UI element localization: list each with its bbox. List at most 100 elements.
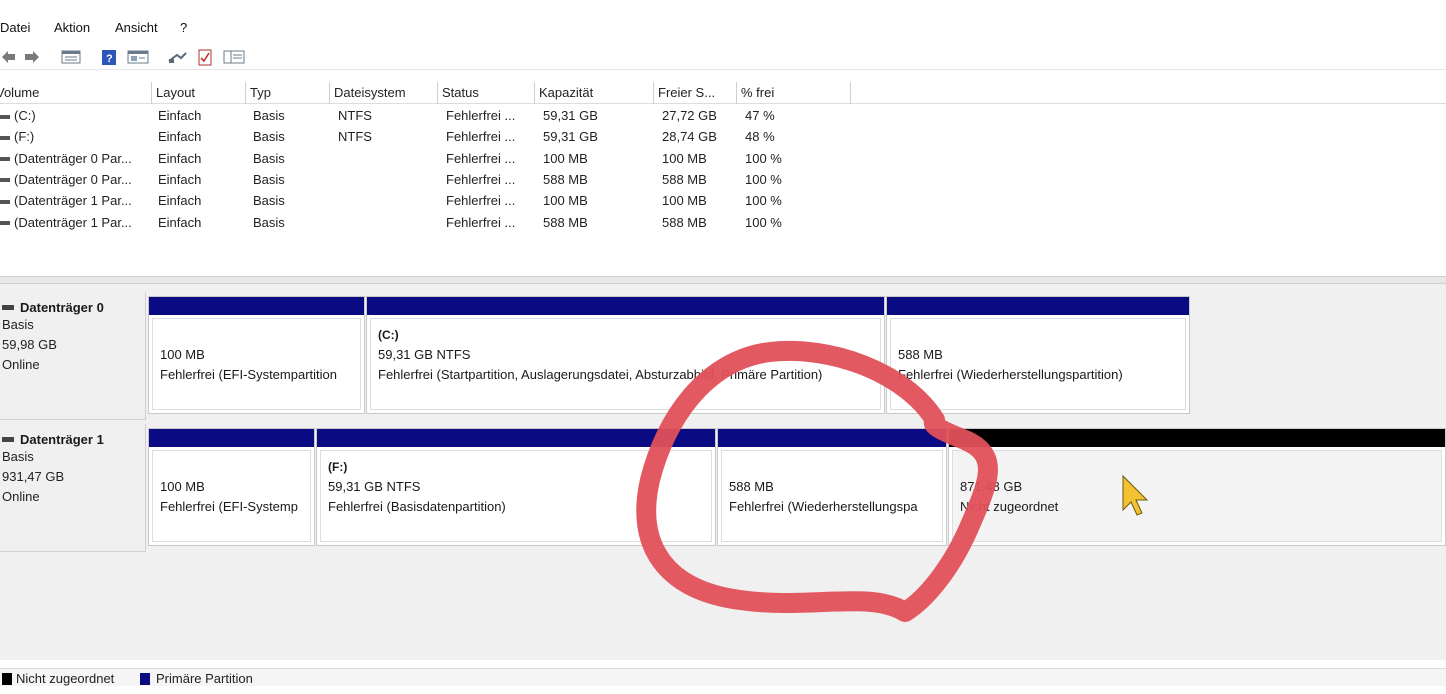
table-row[interactable]: (Datenträger 0 Par... Einfach Basis Fehlerf… bbox=[0, 148, 1446, 169]
partition-label bbox=[960, 457, 1435, 477]
disk-1-type: Basis bbox=[2, 449, 34, 464]
partition-size: 100 MB bbox=[160, 479, 205, 494]
partition-size: 59,31 GB NTFS bbox=[328, 479, 421, 494]
console-tree-icon[interactable] bbox=[60, 48, 82, 66]
disk-1-label[interactable]: Datenträger 1 Basis 931,47 GB Online bbox=[0, 424, 146, 552]
column-header-status[interactable]: Status bbox=[438, 82, 535, 104]
table-cell-0: (Datenträger 0 Par... bbox=[0, 169, 132, 190]
partition-status: Fehlerfrei (Wiederherstellungspa bbox=[729, 499, 918, 514]
table-cell-0: (C:) bbox=[0, 105, 36, 126]
column-header-kapazitaet[interactable]: Kapazität bbox=[535, 82, 654, 104]
menu-datei[interactable]: Datei bbox=[0, 20, 30, 35]
primary-partition-bar bbox=[149, 429, 314, 447]
disk-0-partition-c[interactable]: (C:) 59,31 GB NTFS Fehlerfrei (Startpart… bbox=[366, 296, 885, 414]
table-cell-2: Basis bbox=[253, 108, 285, 123]
legend-label-unallocated: Nicht zugeordnet bbox=[16, 671, 115, 686]
column-header-freier-speicher[interactable]: Freier S... bbox=[654, 82, 737, 104]
table-cell-1: Einfach bbox=[158, 108, 202, 123]
table-row[interactable]: (F:) Einfach Basis NTFS Fehlerfrei ... 59,31 … bbox=[0, 126, 1446, 147]
partition-size: 100 MB bbox=[160, 347, 205, 362]
disk-1-partition-recovery[interactable]: 588 MB Fehlerfrei (Wiederherstellungspa bbox=[717, 428, 947, 546]
pane-splitter[interactable] bbox=[0, 276, 1446, 284]
table-cell-1: Einfach bbox=[158, 193, 202, 209]
forward-arrow-icon[interactable] bbox=[22, 48, 42, 66]
volume-icon bbox=[0, 199, 10, 204]
table-row[interactable]: (Datenträger 1 Par... Einfach Basis Fehlerf… bbox=[0, 212, 1446, 233]
table-cell-0: (Datenträger 1 Par... bbox=[0, 212, 132, 233]
disk-0-name: Datenträger 0 bbox=[20, 300, 104, 315]
table-row[interactable]: (Datenträger 1 Par... Einfach Basis Fehlerf… bbox=[0, 190, 1446, 211]
volume-name: (Datenträger 1 Par... bbox=[14, 193, 132, 209]
disk-0-label[interactable]: Datenträger 0 Basis 59,98 GB Online bbox=[0, 292, 146, 420]
table-cell-2: Basis bbox=[253, 193, 285, 209]
partition-status: Fehlerfrei (EFI-Systemp bbox=[160, 499, 298, 514]
disk-1-partition-efi[interactable]: 100 MB Fehlerfrei (EFI-Systemp bbox=[148, 428, 315, 546]
disk-1-partition-f[interactable]: (F:) 59,31 GB NTFS Fehlerfrei (Basisdate… bbox=[316, 428, 716, 546]
table-cell-6: 588 MB bbox=[662, 171, 707, 187]
disk-1-name: Datenträger 1 bbox=[20, 432, 104, 447]
volume-list: Volume Layout Typ Dateisystem Status Kap… bbox=[0, 82, 1446, 272]
partition-label bbox=[160, 325, 354, 345]
table-cell-5: 100 MB bbox=[543, 150, 588, 166]
primary-partition-bar bbox=[317, 429, 715, 447]
disk-1-unallocated[interactable]: 871,48 GB Nicht zugeordnet bbox=[948, 428, 1446, 546]
volume-name: (Datenträger 0 Par... bbox=[14, 171, 132, 187]
primary-partition-bar bbox=[887, 297, 1189, 315]
volume-name: (F:) bbox=[14, 129, 35, 145]
column-header-prozent-frei[interactable]: % frei bbox=[737, 82, 851, 104]
primary-partition-bar bbox=[718, 429, 946, 447]
table-row[interactable]: (Datenträger 0 Par... Einfach Basis Fehlerf… bbox=[0, 169, 1446, 190]
legend-swatch-primary bbox=[140, 673, 150, 685]
partition-label bbox=[729, 457, 936, 477]
table-row[interactable]: (C:) Einfach Basis NTFS Fehlerfrei ... 59,31 … bbox=[0, 105, 1446, 126]
partition-label bbox=[160, 457, 304, 477]
volume-list-header: Volume Layout Typ Dateisystem Status Kap… bbox=[0, 82, 1446, 104]
disk-0-state: Online bbox=[2, 357, 40, 372]
menu-help[interactable]: ? bbox=[180, 20, 187, 35]
table-cell-1: Einfach bbox=[158, 129, 202, 145]
disk-0-type: Basis bbox=[2, 317, 34, 332]
table-cell-3: NTFS bbox=[338, 108, 372, 123]
back-arrow-icon[interactable] bbox=[0, 48, 18, 66]
partition-size: 59,31 GB NTFS bbox=[378, 347, 471, 362]
table-cell-5: 100 MB bbox=[543, 193, 588, 209]
table-cell-7: 100 % bbox=[745, 193, 782, 209]
disk-0-partition-efi[interactable]: 100 MB Fehlerfrei (EFI-Systempartition bbox=[148, 296, 365, 414]
title-bar bbox=[0, 0, 1446, 12]
column-header-layout[interactable]: Layout bbox=[152, 82, 246, 104]
column-header-volume[interactable]: Volume bbox=[0, 82, 152, 104]
partition-status: Fehlerfrei (EFI-Systempartition bbox=[160, 367, 337, 382]
disk-map: Datenträger 0 Basis 59,98 GB Online 100 … bbox=[0, 284, 1446, 660]
menu-ansicht[interactable]: Ansicht bbox=[115, 20, 158, 35]
table-cell-0: (Datenträger 0 Par... bbox=[0, 148, 132, 169]
table-cell-0: (Datenträger 1 Par... bbox=[0, 190, 132, 211]
legend-swatch-unallocated bbox=[2, 673, 12, 685]
disk-0-partition-recovery[interactable]: 588 MB Fehlerfrei (Wiederherstellungspar… bbox=[886, 296, 1190, 414]
table-cell-5: 588 MB bbox=[543, 171, 588, 187]
window-minimize-button[interactable] bbox=[1380, 0, 1410, 6]
disk-icon bbox=[2, 437, 14, 442]
toolbar: ? bbox=[0, 44, 1446, 70]
disk-icon bbox=[2, 305, 14, 310]
disk-1-title: Datenträger 1 bbox=[2, 432, 145, 447]
table-cell-5: 588 MB bbox=[543, 214, 588, 230]
menu-aktion[interactable]: Aktion bbox=[54, 20, 90, 35]
volume-icon bbox=[0, 135, 10, 140]
partition-status: Fehlerfrei (Startpartition, Auslagerungs… bbox=[378, 367, 823, 382]
table-cell-6: 100 MB bbox=[662, 150, 707, 166]
table-cell-1: Einfach bbox=[158, 171, 202, 187]
properties-icon[interactable] bbox=[126, 48, 150, 66]
view-pane-icon[interactable] bbox=[222, 48, 246, 66]
disk-1-size: 931,47 GB bbox=[2, 469, 65, 484]
table-cell-3: NTFS bbox=[338, 129, 372, 145]
table-cell-5: 59,31 GB bbox=[543, 129, 598, 145]
primary-partition-bar bbox=[149, 297, 364, 315]
connect-icon[interactable] bbox=[166, 48, 188, 66]
partition-label bbox=[898, 325, 1179, 345]
column-header-dateisystem[interactable]: Dateisystem bbox=[330, 82, 438, 104]
primary-partition-bar bbox=[367, 297, 884, 315]
checklist-icon[interactable] bbox=[196, 48, 214, 66]
help-icon[interactable]: ? bbox=[100, 48, 118, 66]
table-cell-2: Basis bbox=[253, 214, 285, 230]
column-header-typ[interactable]: Typ bbox=[246, 82, 330, 104]
